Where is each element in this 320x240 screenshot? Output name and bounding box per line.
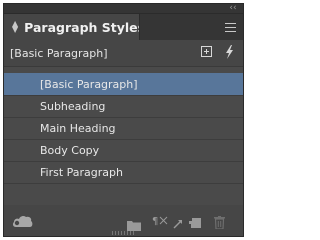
current-style-row: [Basic Paragraph] (4, 44, 243, 62)
double-chevron-left-icon[interactable]: ‹‹ (226, 3, 240, 13)
trash-icon[interactable] (214, 214, 225, 230)
hamburger-menu-icon[interactable] (225, 23, 236, 32)
list-item-label: Main Heading (40, 121, 116, 135)
list-item[interactable]: Main Heading (4, 117, 243, 140)
list-item[interactable]: Subheading (4, 95, 243, 118)
lightning-bolt-icon[interactable] (224, 44, 234, 60)
new-style-icon[interactable] (189, 215, 201, 228)
folder-icon[interactable] (127, 216, 141, 231)
clear-overrides-icon[interactable]: ¶ (152, 214, 170, 227)
list-item[interactable]: [Basic Paragraph] (4, 73, 243, 96)
redefine-style-icon[interactable] (172, 215, 184, 229)
list-item-label: Body Copy (40, 143, 100, 157)
svg-text:¶: ¶ (152, 216, 158, 227)
list-item-label: [Basic Paragraph] (40, 77, 138, 91)
current-style-label: [Basic Paragraph] (10, 46, 108, 60)
panel-footer: ¶ (4, 206, 243, 236)
styles-list: [Basic Paragraph] Subheading Main Headin… (4, 66, 243, 205)
list-item-label: First Paragraph (40, 165, 123, 179)
list-item-label: Subheading (40, 99, 106, 113)
creative-cloud-icon[interactable] (12, 213, 34, 227)
up-down-arrows-icon: ▲ ▼ (12, 19, 19, 34)
create-style-from-selection-icon[interactable] (201, 46, 212, 57)
panel-title: Paragraph Styles (24, 19, 146, 35)
list-item[interactable]: First Paragraph (4, 161, 243, 184)
tab-paragraph-styles[interactable]: ▲ ▼ Paragraph Styles (4, 14, 145, 40)
panel-top-strip: ‹‹ (4, 3, 243, 14)
resize-grip[interactable] (112, 231, 136, 235)
list-item[interactable]: Body Copy (4, 139, 243, 162)
paragraph-styles-panel: ‹‹ ▲ ▼ Paragraph Styles [Basic Paragraph]… (3, 3, 244, 237)
